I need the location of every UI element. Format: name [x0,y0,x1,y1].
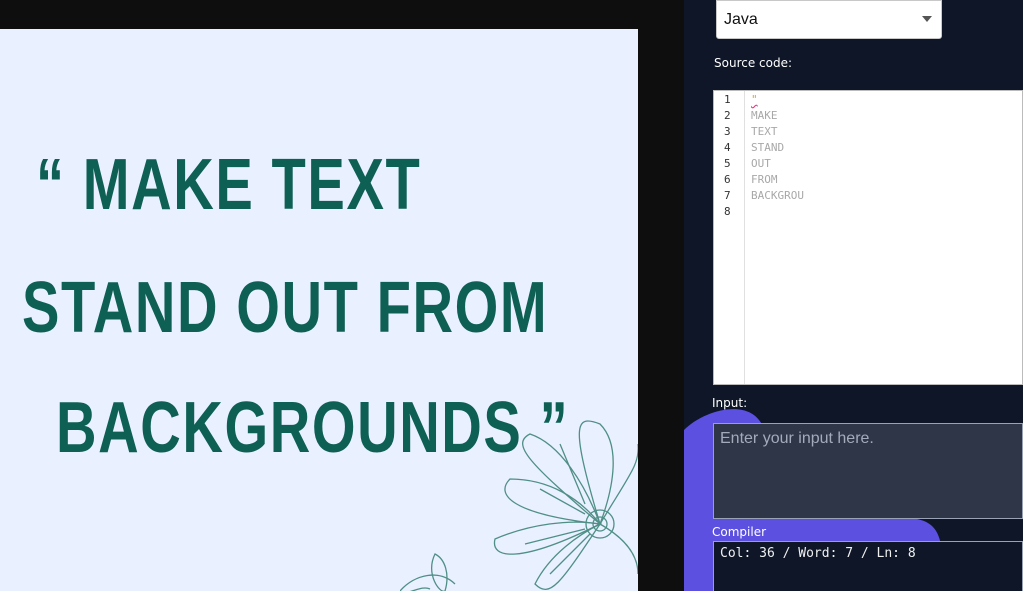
language-value: Java [724,10,758,28]
line-number: 5 [724,157,731,170]
input-placeholder: Enter your input here. [720,430,874,447]
code-editor[interactable]: 1 2 3 4 5 6 7 8 " MAKE TEXT STAND OUT FR… [713,90,1023,385]
compiler-output: Col: 36 / Word: 7 / Ln: 8 [713,541,1023,591]
image-preview: “ MAKE TEXT STAND OUT FROM BACKGROUNDS ” [0,29,638,591]
line-number: 1 [724,93,731,106]
line-number: 2 [724,109,731,122]
line-number: 4 [724,141,731,154]
code-line: MAKE [751,109,778,122]
language-select[interactable]: Java [716,0,942,39]
input-field[interactable]: Enter your input here. [713,423,1023,519]
quote-line-1: “ MAKE TEXT [36,145,422,225]
input-label: Input: [712,396,748,410]
line-number: 6 [724,173,731,186]
source-code-label: Source code: [714,56,793,70]
compiler-status: Col: 36 / Word: 7 / Ln: 8 [720,546,916,561]
chevron-down-icon [922,16,932,22]
editor-panel: Java Source code: 1 2 3 4 5 6 7 8 " MAKE… [684,0,1023,591]
code-line: TEXT [751,125,778,138]
quote-line-2: STAND OUT FROM [22,268,549,348]
code-line: " [751,93,758,106]
line-number-gutter: 1 2 3 4 5 6 7 8 [714,91,745,384]
compiler-label: Compiler [712,525,767,539]
code-line: BACKGROU [751,189,804,202]
flower-illustration [400,420,638,591]
line-number: 8 [724,205,731,218]
code-line: STAND [751,141,785,154]
code-line: FROM [751,173,778,186]
line-number: 7 [724,189,731,202]
line-number: 3 [724,125,731,138]
code-line: OUT [751,157,771,170]
